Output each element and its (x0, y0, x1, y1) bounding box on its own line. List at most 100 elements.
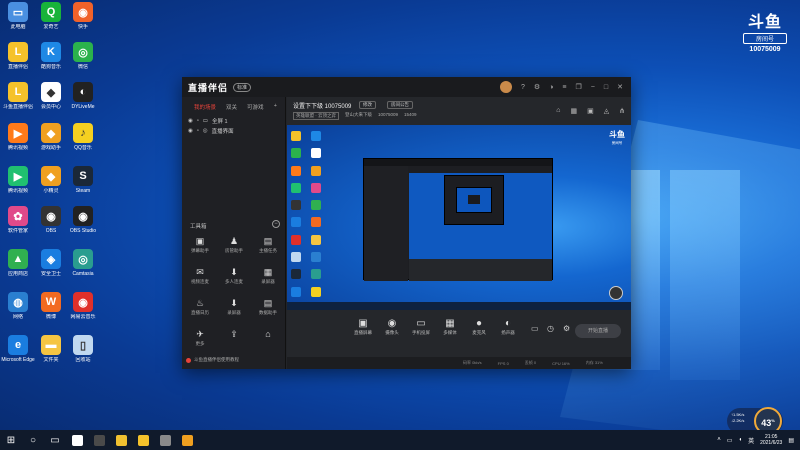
app-icon: ◍ (8, 292, 28, 312)
desktop-icon[interactable]: ◐ DYLiveMe (66, 82, 100, 110)
tool-item[interactable]: ✈ 更多 (184, 329, 216, 347)
preview-icon (291, 234, 301, 245)
volume-icon[interactable]: ◖ (738, 437, 742, 443)
desktop-icon[interactable]: ▶ 腾讯视频 (1, 166, 35, 194)
restore-icon[interactable]: ❐ (576, 83, 582, 91)
desktop-icon[interactable]: Q 爱奇艺 (34, 2, 68, 30)
notification-icon[interactable]: ▤ (788, 437, 794, 444)
maximize-icon[interactable]: □ (604, 84, 608, 91)
collapse-icon[interactable]: − (272, 220, 280, 228)
title-bar[interactable]: 直播伴侣 标准 ? ⚙ ◑ ≡ ❐ − □ ✕ (182, 77, 631, 97)
go-live-button[interactable]: 开始直播 (575, 324, 621, 338)
notification-icon[interactable]: ◬ (604, 107, 609, 115)
desktop-icon[interactable]: ◆ 小精灵 (34, 166, 68, 194)
network-icon[interactable]: ▭ (727, 437, 733, 444)
tutorial-link[interactable]: 斗鱼直播伴侣使用教程 (186, 357, 239, 363)
desktop-icon[interactable]: ◉ OBS (34, 206, 68, 234)
search-icon[interactable]: ○ (22, 430, 44, 450)
desktop-icon[interactable]: ◎ Camtasia (66, 249, 100, 277)
gear-icon[interactable]: ⚙ (563, 324, 570, 333)
task-view-icon[interactable]: ▭ (44, 430, 66, 450)
add-scene-button[interactable]: + (274, 103, 277, 111)
clock[interactable]: 21:05 2021/6/23 (760, 434, 782, 446)
skin-icon[interactable]: ◑ (549, 84, 553, 91)
scene-item[interactable]: ◉ ▫ ◎ 直播界面 (182, 125, 285, 135)
ime-icon[interactable]: 英 (748, 436, 754, 445)
desktop-icon[interactable]: W 微博 (34, 292, 68, 320)
timer-icon[interactable]: ◷ (547, 324, 554, 333)
minimize-icon[interactable]: − (591, 84, 595, 91)
lock-icon[interactable]: ▣ (587, 107, 594, 115)
desktop-icon[interactable]: ✿ 软件管家 (1, 206, 35, 234)
chevron-up-icon[interactable]: ˄ (717, 437, 721, 443)
desktop-icon[interactable]: ◍ 网络 (1, 292, 35, 320)
edition-tag[interactable]: 标准 (233, 82, 252, 92)
category-label[interactable]: 英雄联盟 · 云顶之弈 (293, 112, 339, 120)
desktop-icon[interactable]: K 酷狗音乐 (34, 42, 68, 70)
tool-item[interactable]: ✉ 视频连麦 (184, 267, 216, 285)
desktop-icon-label: OBS Studio (69, 228, 97, 234)
scene-label: 全屏 1 (211, 119, 228, 125)
tab-game[interactable]: 可游戏 (247, 103, 264, 111)
eye-icon[interactable]: ◉ (188, 118, 193, 124)
scene-item[interactable]: ◉ ▫ ▭ 全屏 1 (182, 111, 285, 125)
desktop-icon[interactable]: L 斗鱼直播伴侣 (1, 82, 35, 110)
desktop-icon[interactable]: e Microsoft Edge (1, 335, 35, 363)
desktop-icon[interactable]: ◎ 微信 (66, 42, 100, 70)
avatar[interactable] (500, 81, 512, 93)
taskbar-app[interactable] (132, 430, 154, 450)
display-icon: ◎ (202, 128, 208, 134)
tab-my-scenes[interactable]: 我的场景 (194, 103, 216, 111)
tool-item[interactable]: ⬇ 多人连麦 (218, 267, 250, 285)
desktop-icon[interactable]: ◆ 游戏助手 (34, 123, 68, 151)
gear-icon[interactable]: ⚙ (534, 83, 540, 91)
desktop-icon[interactable]: ◆ 会员中心 (34, 82, 68, 110)
desktop-icon[interactable]: ◉ 网易云音乐 (66, 292, 100, 320)
room-notice-button[interactable]: 房间公告 (387, 101, 413, 109)
eye-icon[interactable]: ◉ (188, 128, 193, 134)
stream-preview[interactable]: 斗鱼 房间号 (287, 125, 631, 310)
desktop-icon[interactable]: ◉ 快手 (66, 2, 100, 30)
tool-item[interactable]: ▤ 数据助手 (252, 298, 284, 316)
wallpaper-light-pane (670, 170, 740, 380)
close-icon[interactable]: ✕ (617, 83, 623, 91)
tool-item[interactable]: ▤ 主播任务 (252, 236, 284, 254)
edit-title-button[interactable]: 修改 (359, 101, 376, 109)
desktop-icon[interactable]: S Steam (66, 166, 100, 194)
camera-mini-icon[interactable]: ▭ (531, 324, 539, 333)
desktop-icon[interactable]: ▶ 腾讯视频 (1, 123, 35, 151)
fans-icon[interactable]: ⌂ (556, 107, 560, 115)
taskbar-app[interactable] (66, 430, 88, 450)
lock-icon[interactable]: ▫ (197, 118, 199, 124)
gift-icon[interactable]: ▦ (570, 107, 577, 115)
tool-item[interactable]: ♟ 房管助手 (218, 236, 250, 254)
desktop-icon[interactable]: ▲ 应用商店 (1, 249, 35, 277)
toolbox-title: 工具箱 (190, 224, 207, 230)
desktop-icon[interactable]: ▭ 此电脑 (1, 2, 35, 30)
taskbar-app[interactable] (176, 430, 198, 450)
tool-item[interactable]: ▦ 录屏器 (252, 267, 284, 285)
tab-dual[interactable]: 双关 (226, 103, 237, 111)
tool-item[interactable]: ⌂ (252, 329, 284, 340)
start-button[interactable]: ⊞ (0, 430, 22, 450)
taskbar-app[interactable] (110, 430, 132, 450)
tool-item[interactable]: ⇪ (218, 329, 250, 341)
tool-item[interactable]: ⬇ 录屏器 (218, 298, 250, 316)
tool-item[interactable]: ♨ 直播日历 (184, 298, 216, 316)
taskbar-app[interactable] (154, 430, 176, 450)
desktop-icon[interactable]: ▯ 回收站 (66, 335, 100, 363)
help-icon[interactable]: ? (521, 84, 525, 91)
menu-icon[interactable]: ≡ (562, 84, 566, 91)
share-icon[interactable]: ⋔ (619, 107, 625, 115)
source-control[interactable]: ◐ 扬声器 (490, 318, 526, 336)
desktop-icon[interactable]: ◈ 安全卫士 (34, 249, 68, 277)
tool-item[interactable]: ▣ 弹幕助手 (184, 236, 216, 254)
desktop-icon[interactable]: ◉ OBS Studio (66, 206, 100, 234)
taskbar-app[interactable] (88, 430, 110, 450)
desktop-icon[interactable]: L 直播伴侣 (1, 42, 35, 70)
desktop-icon[interactable]: ▬ 文件夹 (34, 335, 68, 363)
lock-icon[interactable]: ▫ (197, 128, 199, 134)
taskbar-app-icon (181, 434, 193, 446)
desktop-icon-label: 酷狗音乐 (40, 64, 61, 70)
desktop-icon[interactable]: ♪ QQ音乐 (66, 123, 100, 151)
